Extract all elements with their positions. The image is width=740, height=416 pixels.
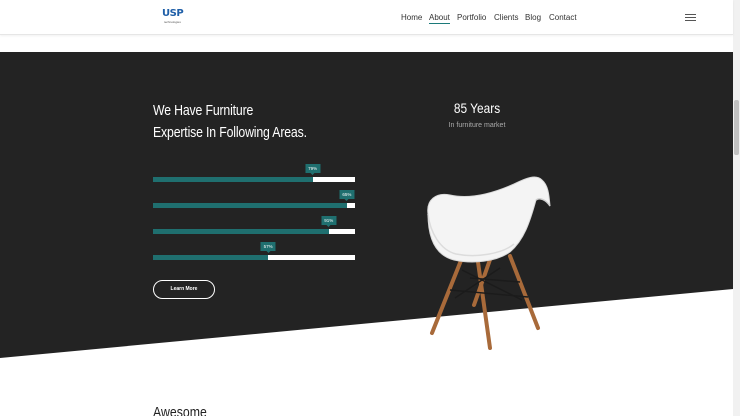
nav-clients[interactable]: Clients xyxy=(494,12,518,23)
skill-bar: 91% xyxy=(153,216,355,234)
skill-bar: 79% xyxy=(153,164,355,182)
hamburger-menu-icon[interactable] xyxy=(685,14,696,21)
nav-home[interactable]: Home xyxy=(401,12,422,23)
nav-blog[interactable]: Blog xyxy=(525,12,541,23)
scrollbar-thumb[interactable] xyxy=(734,100,739,155)
learn-more-button[interactable]: Learn More xyxy=(153,280,215,299)
years-title: 85 Years xyxy=(453,100,501,116)
skill-bar: 65% xyxy=(153,190,355,208)
heading-line-1: We Have Furniture xyxy=(153,102,254,119)
nav-about[interactable]: About xyxy=(429,12,450,24)
expertise-section xyxy=(0,52,733,360)
scrollbar[interactable] xyxy=(733,0,740,416)
skill-percent-badge: 57% xyxy=(260,242,276,253)
logo[interactable]: USP technologies xyxy=(162,8,186,25)
skill-percent-badge: 79% xyxy=(305,164,321,175)
chair-image xyxy=(427,176,551,350)
section-heading: We Have Furniture Expertise In Following… xyxy=(153,100,307,144)
skill-percent-badge: 91% xyxy=(321,216,337,227)
next-section-heading: Awesome xyxy=(153,404,207,416)
years-subtitle: In furniture market xyxy=(448,122,506,129)
skill-percent-badge: 65% xyxy=(339,190,355,201)
heading-line-2: Expertise In Following Areas. xyxy=(153,124,307,141)
nav-contact[interactable]: Contact xyxy=(549,12,577,23)
skill-bar-fill xyxy=(153,255,269,260)
dark-background xyxy=(0,52,733,358)
site-header: USP technologies Home About Portfolio Cl… xyxy=(0,0,733,35)
skill-bar-fill xyxy=(153,203,347,208)
logo-mark: USP xyxy=(162,8,184,19)
skill-bar-fill xyxy=(153,229,329,234)
nav-portfolio[interactable]: Portfolio xyxy=(457,12,486,23)
logo-subtext: technologies xyxy=(164,20,181,24)
skill-bar: 57% xyxy=(153,242,355,260)
skill-bar-fill xyxy=(153,177,313,182)
